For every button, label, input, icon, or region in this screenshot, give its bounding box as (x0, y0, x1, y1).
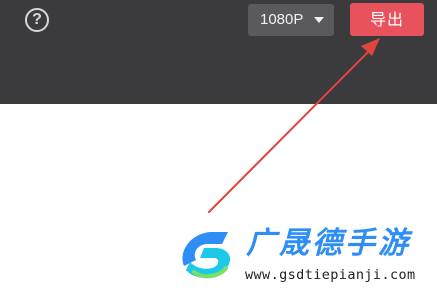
top-toolbar: ? 1080P 导出 (0, 0, 437, 104)
export-button[interactable]: 导出 (350, 3, 424, 36)
watermark-title: 广晟德手游 (246, 226, 411, 261)
resolution-label: 1080P (260, 11, 304, 28)
resolution-dropdown[interactable]: 1080P (248, 4, 334, 36)
watermark-url: www.gsdtiepianji.com (245, 267, 416, 283)
watermark-logo-icon (182, 232, 231, 279)
help-icon[interactable]: ? (25, 8, 49, 32)
editor-screen: ? 1080P 导出 广晟德手游 www.gsdtiepianji.com (0, 0, 437, 297)
caret-down-icon (314, 17, 324, 23)
